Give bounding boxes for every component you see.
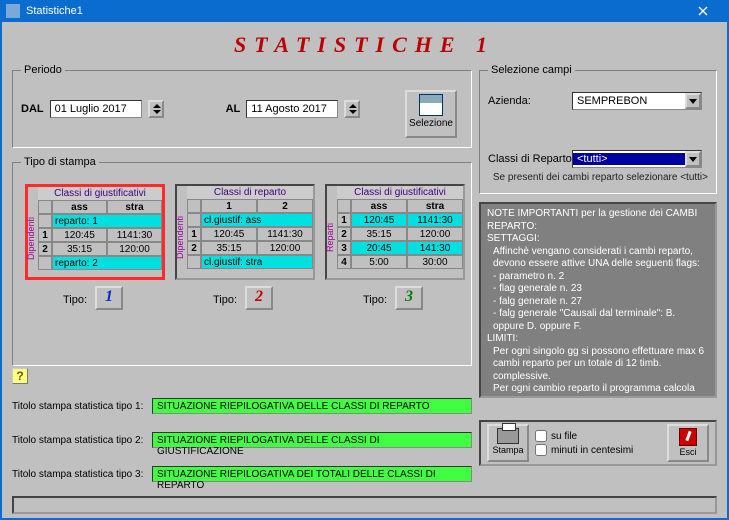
statusbar bbox=[12, 496, 717, 514]
checkbox-column: su file minuti in centesimi bbox=[535, 428, 633, 458]
title-label-2: Titolo stampa statistica tipo 2: bbox=[12, 435, 152, 446]
titlebar: Statistiche1 bbox=[0, 0, 729, 22]
azienda-label: Azienda: bbox=[488, 95, 572, 107]
app-icon bbox=[6, 4, 20, 18]
preview-2-title: Classi di reparto bbox=[187, 186, 313, 199]
stampa-label: Stampa bbox=[492, 445, 523, 455]
reparto-label: Classi di Reparto bbox=[488, 153, 572, 165]
title-label-1: Titolo stampa statistica tipo 1: bbox=[12, 401, 152, 412]
title-input-2[interactable]: SITUAZIONE RIEPILOGATIVA DELLE CLASSI DI… bbox=[152, 432, 472, 448]
periodo-legend: Periodo bbox=[21, 64, 65, 76]
chevron-down-icon bbox=[685, 151, 701, 167]
periodo-group: Periodo DAL 01 Luglio 2017 AL 11 Agosto … bbox=[12, 64, 472, 148]
esci-button[interactable]: Esci bbox=[667, 424, 709, 462]
selezione-icon bbox=[419, 94, 443, 116]
preview-1: Dipendenti Classi di giustificativi asss… bbox=[25, 184, 165, 280]
preview-3-side: Reparti bbox=[325, 198, 337, 276]
tipostampa-group: Tipo di stampa Dipendenti Classi di gius… bbox=[12, 156, 472, 366]
reparto-value: <tutti> bbox=[573, 153, 685, 165]
reparto-hint: Se presenti dei cambi reparto selezionar… bbox=[488, 172, 708, 183]
exit-icon bbox=[679, 428, 697, 446]
preview-2: Dipendenti Classi di reparto 12 cl.giust… bbox=[175, 184, 315, 280]
title-label-3: Titolo stampa statistica tipo 3: bbox=[12, 469, 152, 480]
title-row-1: Titolo stampa statistica tipo 1: SITUAZI… bbox=[12, 398, 472, 414]
selezione-label: Selezione bbox=[409, 118, 453, 129]
tipo-1-button[interactable]: 1 bbox=[95, 286, 123, 310]
page-title: STATISTICHE 1 bbox=[10, 32, 719, 58]
al-label: AL bbox=[226, 103, 241, 115]
title-input-3[interactable]: SITUAZIONE RIEPILOGATIVA DEI TOTALI DELL… bbox=[152, 466, 472, 482]
close-button[interactable] bbox=[683, 0, 723, 22]
minuti-checkbox[interactable]: minuti in centesimi bbox=[535, 444, 633, 456]
title-row-2: Titolo stampa statistica tipo 2: SITUAZI… bbox=[12, 432, 472, 448]
bottom-panel: Stampa su file minuti in centesimi Esci bbox=[479, 420, 717, 466]
selezione-button[interactable]: Selezione bbox=[405, 90, 457, 138]
title-row-3: Titolo stampa statistica tipo 3: SITUAZI… bbox=[12, 466, 472, 482]
dal-label: DAL bbox=[21, 103, 44, 115]
tipo-label-2: Tipo: bbox=[213, 294, 237, 306]
campi-group: Selezione campi Azienda: SEMPREBON Class… bbox=[479, 64, 717, 194]
stampa-button[interactable]: Stampa bbox=[487, 424, 529, 462]
preview-1-side: Dipendenti bbox=[26, 199, 38, 277]
preview-3: Reparti Classi di giustificativi assstra… bbox=[325, 184, 465, 280]
su-file-checkbox[interactable]: su file bbox=[535, 430, 633, 442]
esci-label: Esci bbox=[679, 447, 696, 457]
al-spin[interactable] bbox=[344, 100, 360, 118]
al-input[interactable]: 11 Agosto 2017 bbox=[246, 100, 338, 118]
preview-1-title: Classi di giustificativi bbox=[38, 187, 162, 200]
tipo-2-button[interactable]: 2 bbox=[245, 286, 273, 310]
window-body: STATISTICHE 1 Periodo DAL 01 Luglio 2017… bbox=[2, 22, 727, 518]
campi-legend: Selezione campi bbox=[488, 64, 575, 76]
window-title: Statistiche1 bbox=[26, 5, 683, 17]
preview-3-title: Classi di giustificativi bbox=[337, 186, 463, 199]
tipo-label-3: Tipo: bbox=[363, 294, 387, 306]
notes-panel: NOTE IMPORTANTI per la gestione dei CAMB… bbox=[479, 202, 717, 398]
tipo-label-1: Tipo: bbox=[63, 294, 87, 306]
azienda-value: SEMPREBON bbox=[573, 95, 685, 107]
title-input-1[interactable]: SITUAZIONE RIEPILOGATIVA DELLE CLASSI DI… bbox=[152, 398, 472, 414]
tipostampa-legend: Tipo di stampa bbox=[21, 156, 99, 168]
reparto-select[interactable]: <tutti> bbox=[572, 150, 702, 168]
help-button[interactable]: ? bbox=[12, 368, 28, 384]
chevron-down-icon bbox=[685, 93, 701, 109]
dal-input[interactable]: 01 Luglio 2017 bbox=[50, 100, 142, 118]
dal-spin[interactable] bbox=[148, 100, 164, 118]
azienda-select[interactable]: SEMPREBON bbox=[572, 92, 702, 110]
tipo-3-button[interactable]: 3 bbox=[395, 286, 423, 310]
preview-2-side: Dipendenti bbox=[175, 198, 187, 276]
printer-icon bbox=[497, 428, 519, 444]
